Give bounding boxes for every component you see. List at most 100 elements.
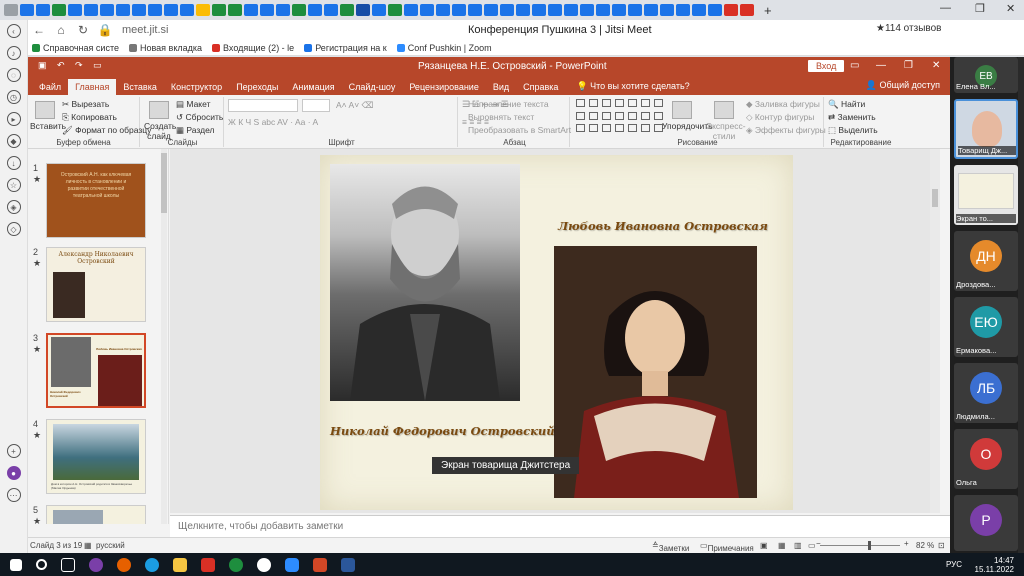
slideshow-view-icon[interactable]: ▭ — [808, 541, 816, 550]
participant-tile[interactable]: О Ольга — [954, 429, 1018, 489]
shape-effects-button[interactable]: ◈ Эффекты фигуры — [746, 125, 826, 136]
shape-icon[interactable] — [615, 124, 624, 133]
tab-favicon[interactable] — [708, 4, 722, 16]
font-size-box[interactable] — [302, 99, 330, 112]
share-button[interactable]: 👤 Общий доступ — [866, 80, 940, 91]
text-direction-button[interactable]: Направление текста — [468, 99, 549, 109]
extension-icon[interactable]: ◇ — [6, 222, 21, 236]
chat-icon[interactable]: ◌ — [6, 68, 21, 82]
url-field[interactable]: meet.jit.si — [122, 24, 168, 36]
reviews-badge[interactable]: ★114 отзывов — [876, 23, 941, 34]
tab-favicon[interactable] — [52, 4, 66, 16]
word-icon[interactable] — [341, 557, 355, 572]
minimize-icon[interactable]: — — [876, 60, 886, 71]
tab-favicon[interactable] — [20, 4, 34, 16]
arrange-button[interactable]: Упорядочить — [662, 101, 713, 131]
tab-insert[interactable]: Вставка — [116, 79, 163, 95]
tab-favicon[interactable] — [164, 4, 178, 16]
tab-favicon[interactable] — [468, 4, 482, 16]
minimize-icon[interactable]: — — [940, 2, 951, 14]
reset-button[interactable]: ↺ Сбросить — [176, 112, 223, 123]
scrollbar-thumb[interactable] — [161, 153, 167, 213]
portrait-photo-right[interactable] — [554, 246, 757, 498]
app-icon[interactable] — [89, 557, 103, 572]
shape-icon[interactable] — [576, 111, 585, 120]
participant-tile-dominant[interactable]: Товарищ Дж... — [954, 99, 1018, 159]
chrome-icon[interactable] — [229, 557, 243, 572]
tab-favicon[interactable] — [644, 4, 658, 16]
section-button[interactable]: ▦ Раздел — [176, 125, 215, 136]
back-icon[interactable]: ‹ — [6, 24, 21, 38]
shape-icon[interactable] — [589, 124, 598, 133]
tab-favicon[interactable] — [68, 4, 82, 16]
replace-button[interactable]: ⇄ Заменить — [828, 112, 876, 123]
smartart-button[interactable]: Преобразовать в SmartArt — [468, 125, 571, 135]
shape-icon[interactable] — [589, 111, 598, 120]
system-clock[interactable]: 14:47 15.11.2022 — [975, 556, 1014, 574]
scrollbar-thumb[interactable] — [932, 189, 938, 207]
zoom-icon[interactable] — [285, 557, 299, 572]
tab-favicon[interactable] — [148, 4, 162, 16]
restore-icon[interactable]: ❐ — [904, 60, 913, 71]
font-grow-shrink[interactable]: A˄ A˅ ⌫ — [336, 100, 374, 111]
language-indicator[interactable]: русский — [96, 541, 125, 550]
shape-icon[interactable] — [602, 124, 611, 133]
format-painter-button[interactable]: 🖌 Формат по образцу — [62, 125, 151, 136]
shape-icon[interactable] — [602, 99, 611, 107]
thumbnail-image[interactable]: Дом в котором А.Н. Островский родился в … — [46, 419, 146, 494]
tab-favicon[interactable] — [580, 4, 594, 16]
yandex-browser-icon[interactable] — [257, 557, 271, 572]
tab-favicon[interactable] — [212, 4, 226, 16]
tab-design[interactable]: Конструктор — [164, 79, 229, 95]
login-button[interactable]: Вход — [808, 60, 845, 72]
tab-favicon[interactable] — [420, 4, 434, 16]
tab-favicon[interactable] — [36, 4, 50, 16]
zoom-slider[interactable] — [820, 545, 900, 546]
new-slide-button[interactable]: Создать слайд — [144, 101, 176, 141]
find-button[interactable]: 🔍 Найти — [828, 99, 865, 110]
align-text-button[interactable]: Выровнять текст — [468, 112, 534, 122]
tab-favicon[interactable] — [500, 4, 514, 16]
tab-favicon[interactable] — [324, 4, 338, 16]
fit-slide-icon[interactable]: ⊡ — [938, 541, 945, 550]
reading-view-icon[interactable]: ▥ — [794, 541, 802, 550]
participant-tile[interactable]: ЛБ Людмила... — [954, 363, 1018, 423]
tab-favicon[interactable] — [532, 4, 546, 16]
tab-favicon[interactable] — [372, 4, 386, 16]
shapes-gallery[interactable] — [576, 99, 663, 135]
tab-transitions[interactable]: Переходы — [229, 79, 285, 95]
bookmark-item[interactable]: Conf Pushkin | Zoom — [396, 43, 492, 53]
participant-tile[interactable]: Экран то... — [954, 165, 1018, 225]
thumbnail-image[interactable]: Александр Николаевич Островский — [46, 247, 146, 322]
tab-favicon[interactable] — [4, 4, 18, 16]
shape-icon[interactable] — [589, 99, 598, 107]
close-icon[interactable]: ✕ — [932, 60, 940, 71]
shape-icon[interactable] — [602, 111, 611, 120]
thumbnail-image[interactable] — [46, 505, 146, 524]
shape-icon[interactable] — [628, 124, 637, 133]
tab-file[interactable]: Файл — [32, 79, 68, 95]
spellcheck-icon[interactable]: ▦ — [84, 541, 92, 550]
tab-favicon[interactable] — [596, 4, 610, 16]
tab-favicon[interactable] — [660, 4, 674, 16]
tab-favicon[interactable] — [308, 4, 322, 16]
layout-button[interactable]: ▤ Макет — [176, 99, 210, 110]
shape-icon[interactable] — [615, 99, 624, 107]
participant-tile[interactable]: ЕВ Елена Вл... — [954, 57, 1018, 93]
start-icon[interactable] — [10, 558, 22, 571]
play-icon[interactable]: ▸ — [6, 112, 21, 126]
quick-styles-button[interactable]: Экспресс-стили — [706, 101, 746, 141]
participant-tile[interactable]: ЕЮ Ермакова... — [954, 297, 1018, 357]
tab-help[interactable]: Справка — [516, 79, 565, 95]
reload-icon[interactable]: ↻ — [72, 23, 94, 37]
keyboard-language[interactable]: РУС — [946, 560, 962, 569]
tab-favicon[interactable] — [356, 4, 370, 16]
more-icon[interactable]: ⋯ — [6, 488, 21, 502]
normal-view-icon[interactable]: ▣ — [760, 541, 768, 550]
edge-icon[interactable] — [145, 557, 159, 572]
star-icon[interactable]: ☆ — [6, 178, 21, 192]
bookmark-item[interactable]: Новая вкладка — [128, 43, 202, 53]
tab-favicon[interactable] — [196, 4, 210, 16]
tab-favicon[interactable] — [84, 4, 98, 16]
tell-me-search[interactable]: 💡 Что вы хотите сделать? — [569, 78, 696, 95]
